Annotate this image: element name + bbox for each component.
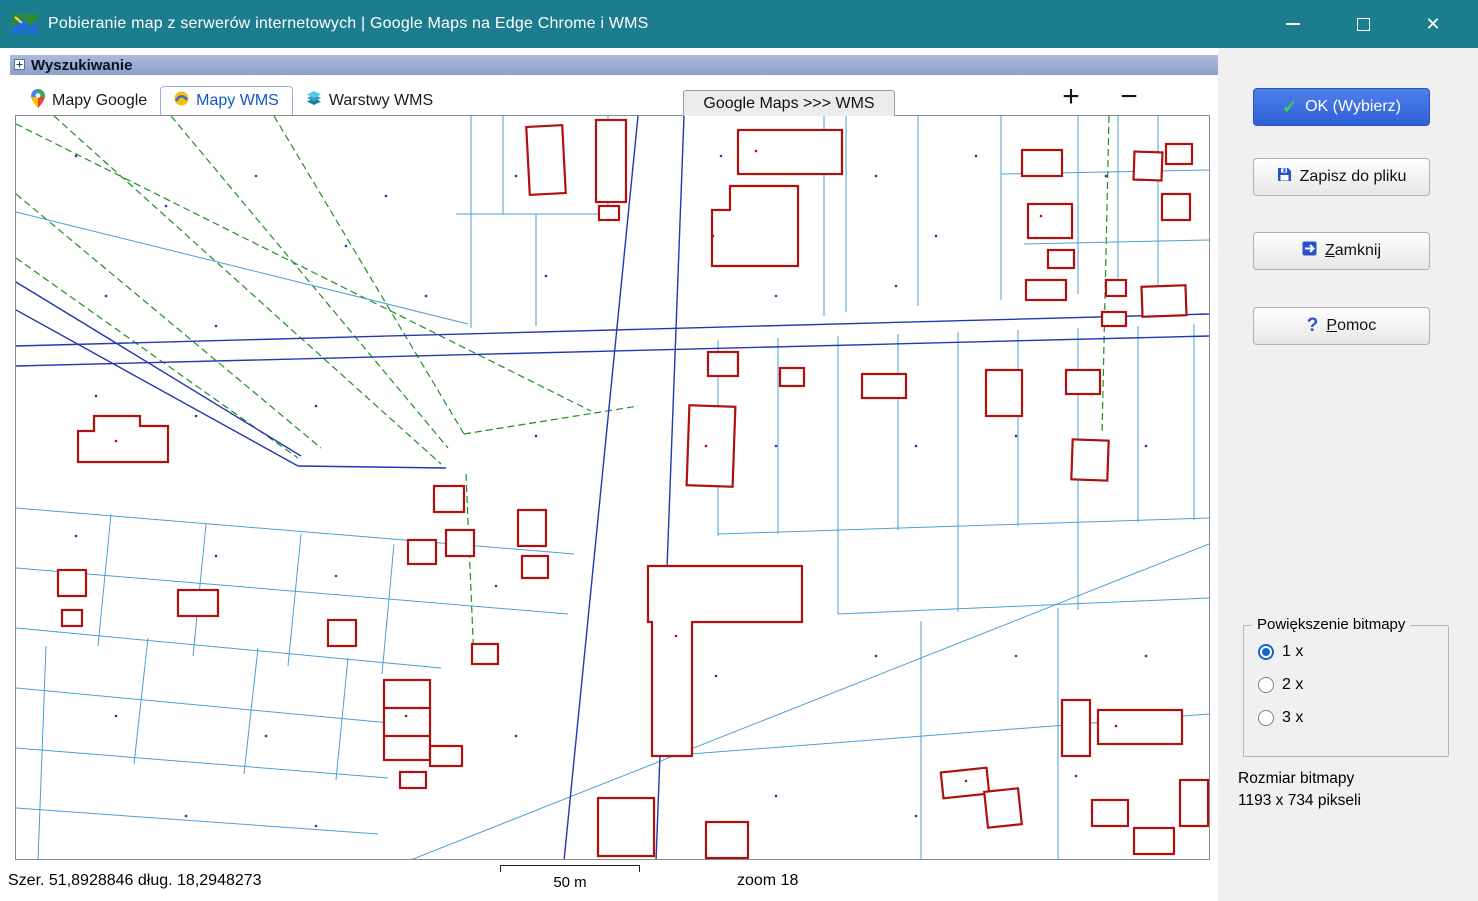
tab-mapy-wms[interactable]: Mapy WMS: [160, 86, 293, 115]
status-bar: Szer. 51,8928846 dług. 18,2948273 50 m z…: [0, 860, 1218, 901]
help-button-label: Pomoc: [1326, 317, 1376, 335]
titlebar: Pobieranie map z serwerów internetowych …: [0, 0, 1478, 48]
save-button-label: Zapisz do pliku: [1300, 168, 1407, 186]
radio-3x[interactable]: 3 x: [1258, 709, 1448, 727]
close-dialog-button[interactable]: Zamknij: [1253, 232, 1430, 270]
exit-icon: [1302, 241, 1317, 261]
bitmap-size-value: 1193 x 734 pikseli: [1238, 792, 1361, 810]
minimize-icon: [1286, 23, 1300, 25]
tab-warstwy-wms-label: Warstwy WMS: [329, 92, 433, 110]
ok-button-label: OK (Wybierz): [1305, 98, 1401, 116]
radio-2x[interactable]: 2 x: [1258, 676, 1448, 694]
radio-1x[interactable]: 1 x: [1258, 643, 1448, 661]
status-coordinates: Szer. 51,8928846 dług. 18,2948273: [8, 872, 262, 890]
map-building-dots: [116, 151, 1116, 781]
app-icon: [12, 14, 38, 34]
radio-3x-control[interactable]: [1258, 710, 1274, 726]
search-panel-label: Wyszukiwanie: [31, 57, 132, 74]
radio-2x-label: 2 x: [1282, 676, 1303, 694]
close-icon: ✕: [1425, 15, 1440, 33]
tab-bar: Mapy Google Mapy WMS Warstwy WMS: [18, 86, 446, 115]
window-controls: ✕: [1246, 0, 1478, 48]
map-viewport[interactable]: [15, 115, 1210, 860]
transfer-mode-label: Google Maps >>> WMS: [683, 90, 895, 116]
close-dialog-label: Zamknij: [1325, 242, 1381, 260]
radio-1x-control[interactable]: [1258, 644, 1274, 660]
ok-button[interactable]: ✓ OK (Wybierz): [1253, 88, 1430, 126]
tab-mapy-google[interactable]: Mapy Google: [18, 86, 160, 115]
save-to-file-button[interactable]: Zapisz do pliku: [1253, 158, 1430, 196]
map-survey-dots: [76, 156, 1146, 826]
radio-1x-label: 1 x: [1282, 643, 1303, 661]
question-icon: ?: [1307, 315, 1319, 337]
map-canvas[interactable]: [16, 116, 1210, 860]
main-pane: Wyszukiwanie Mapy Google: [0, 48, 1218, 901]
maximize-button[interactable]: [1340, 0, 1386, 48]
bitmap-zoom-title: Powiększenie bitmapy: [1252, 616, 1410, 633]
check-icon: ✓: [1282, 97, 1297, 118]
wms-map-icon: [174, 91, 189, 111]
radio-2x-control[interactable]: [1258, 677, 1274, 693]
bitmap-size-label: Rozmiar bitmapy: [1238, 770, 1354, 788]
help-button[interactable]: ? Pomoc: [1253, 307, 1430, 345]
status-zoom-level: zoom 18: [737, 872, 798, 890]
window-title: Pobieranie map z serwerów internetowych …: [48, 15, 649, 33]
layers-icon: [306, 90, 322, 111]
maximize-icon: [1357, 18, 1370, 31]
sidebar: ✓ OK (Wybierz) Zapisz do pliku Zamknij ?…: [1218, 48, 1478, 901]
scale-label: 50 m: [500, 874, 640, 891]
bitmap-zoom-groupbox: Powiększenie bitmapy 1 x 2 x 3 x: [1243, 625, 1449, 757]
tab-warstwy-wms[interactable]: Warstwy WMS: [293, 86, 446, 115]
tab-mapy-wms-label: Mapy WMS: [196, 92, 279, 110]
map-zoom-out-button[interactable]: −: [1108, 80, 1150, 114]
minimize-button[interactable]: [1270, 0, 1316, 48]
map-buildings: [58, 120, 1208, 858]
google-maps-pin-icon: [31, 89, 45, 113]
search-panel-header[interactable]: Wyszukiwanie: [10, 55, 1218, 75]
scale-line: [500, 865, 640, 872]
tab-mapy-google-label: Mapy Google: [52, 92, 147, 110]
save-icon: [1277, 167, 1292, 187]
close-button[interactable]: ✕: [1410, 0, 1456, 48]
expand-icon[interactable]: [14, 57, 25, 74]
radio-3x-label: 3 x: [1282, 709, 1303, 727]
map-utility-lines: [16, 116, 1109, 661]
map-scale-bar: 50 m: [500, 865, 640, 891]
map-zoom-in-button[interactable]: +: [1050, 80, 1092, 114]
